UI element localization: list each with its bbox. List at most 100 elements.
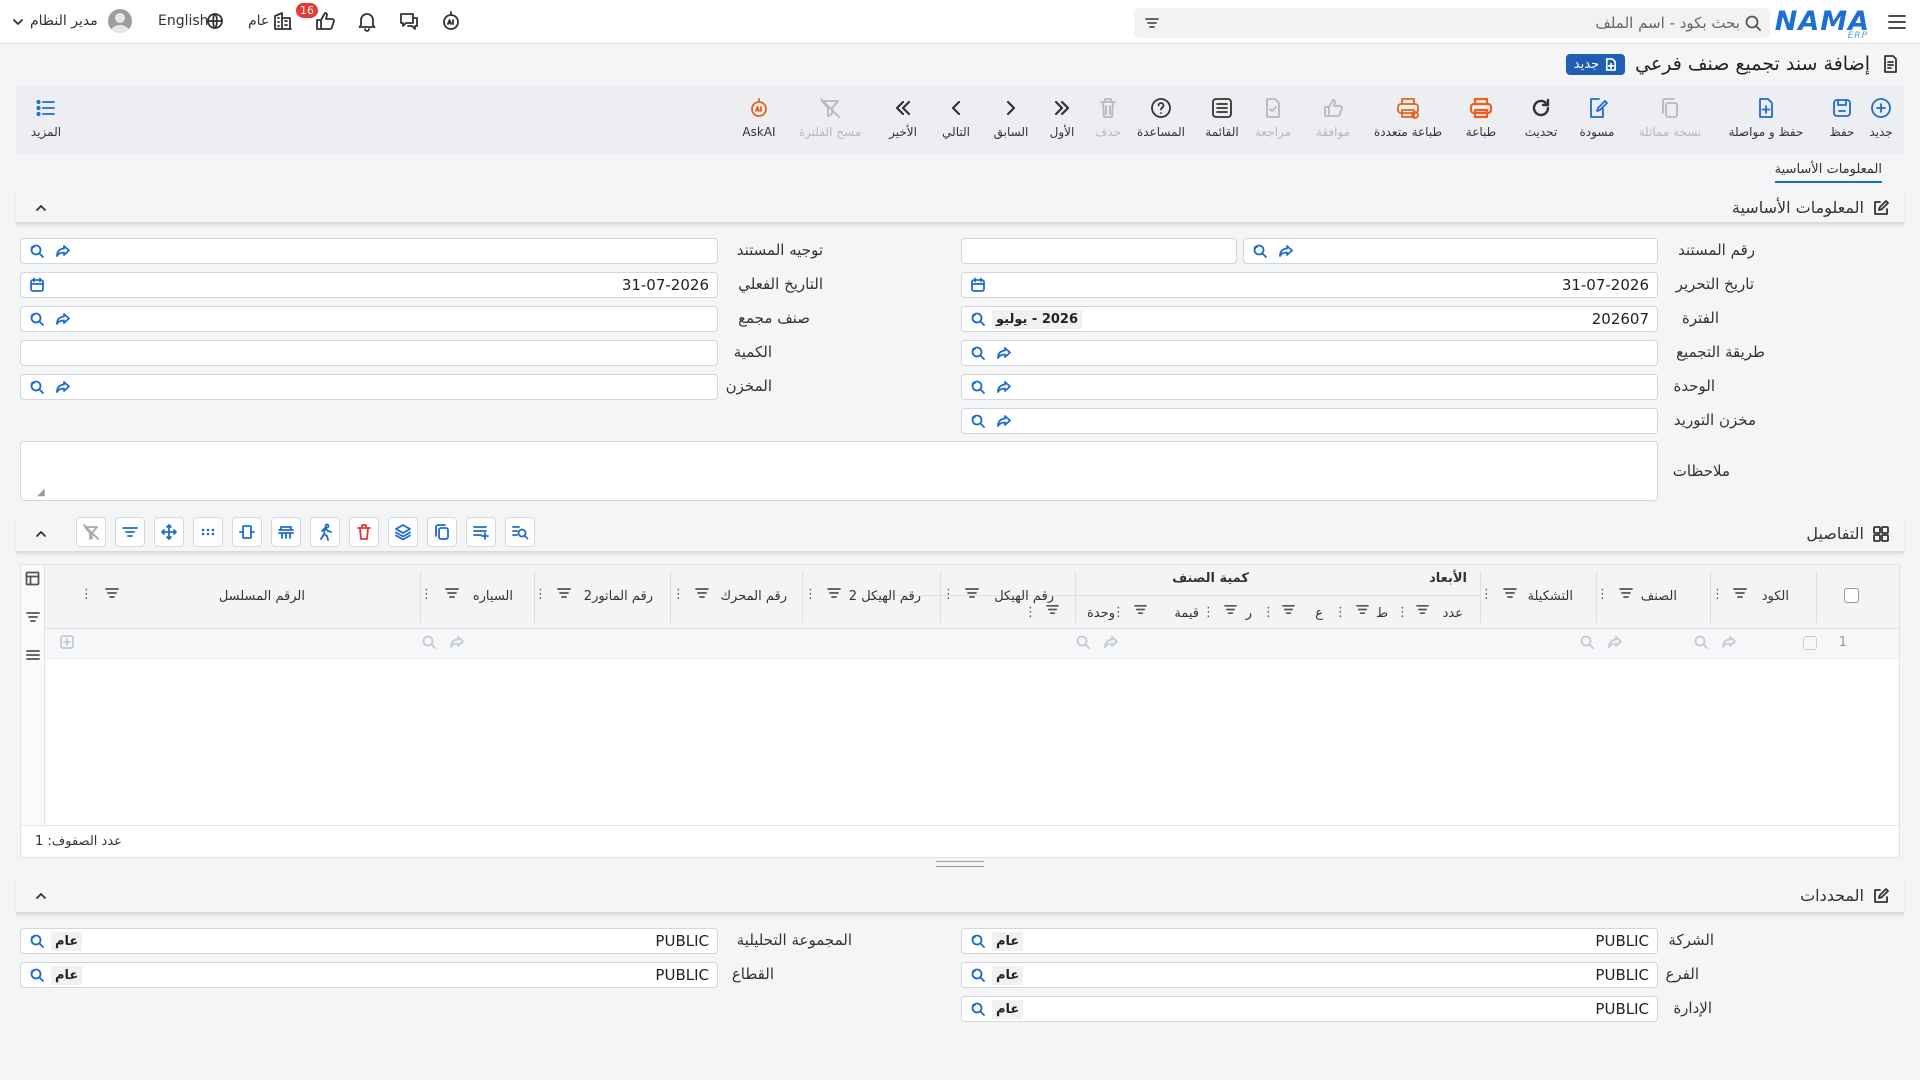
column-menu-icon[interactable]: ⋮ — [1334, 605, 1347, 620]
lookup-icon[interactable] — [970, 967, 986, 983]
filter-icon[interactable] — [1144, 15, 1160, 31]
col-serial[interactable]: الرقم المسلسل — [219, 589, 305, 604]
hamburger-menu-icon[interactable] — [1886, 11, 1908, 33]
row-checkbox[interactable] — [1803, 636, 1817, 650]
col-code[interactable]: الكود — [1762, 589, 1789, 604]
search-icon[interactable] — [1744, 14, 1762, 32]
col-chassis-2[interactable]: رقم الهيكل 2 — [849, 589, 921, 604]
ai-assistant-icon[interactable] — [440, 10, 462, 32]
run-button[interactable] — [310, 517, 340, 547]
col-length[interactable]: ط — [1376, 606, 1388, 621]
user-name[interactable]: مدير النظام — [30, 13, 98, 29]
columns-icon[interactable] — [25, 571, 40, 586]
more-button[interactable]: المزيد — [26, 86, 66, 154]
column-menu-icon[interactable]: ⋮ — [1711, 587, 1724, 602]
grid-clear-filter-button[interactable] — [76, 517, 106, 547]
lookup-icon[interactable] — [970, 311, 986, 327]
row-lookup-icon[interactable] — [1579, 634, 1595, 650]
resize-handle-icon[interactable]: ◢ — [37, 487, 45, 498]
row-lookup-icon[interactable] — [421, 634, 437, 650]
search-rows-button[interactable] — [505, 517, 535, 547]
scope-label[interactable]: عام — [248, 13, 269, 29]
collapse-chevron-icon[interactable] — [34, 889, 48, 903]
nama-logo[interactable]: NAMA ERP — [1775, 6, 1870, 41]
lookup-icon[interactable] — [1252, 243, 1268, 259]
analytic-group-field[interactable]: PUBLIC عام — [20, 928, 718, 954]
col-width[interactable]: ع — [1315, 606, 1323, 621]
column-filter-icon[interactable] — [557, 586, 571, 600]
column-filter-icon[interactable] — [965, 586, 979, 600]
doc-route-field[interactable] — [20, 238, 718, 264]
column-menu-icon[interactable]: ⋮ — [534, 587, 547, 602]
menu-lines-icon[interactable] — [26, 648, 40, 662]
calendar-icon[interactable] — [29, 277, 45, 293]
col-motor-2[interactable]: رقم الماتور2 — [584, 589, 653, 604]
column-menu-icon[interactable]: ⋮ — [1596, 587, 1609, 602]
period-field[interactable]: 202607 2026 - يوليو — [961, 306, 1658, 332]
multi-print-button[interactable]: طباعة متعددة — [1366, 86, 1450, 154]
insert-row-button[interactable] — [466, 517, 496, 547]
row-share-icon[interactable] — [1103, 634, 1119, 650]
collapse-chevron-icon[interactable] — [34, 201, 48, 215]
building-icon[interactable] — [272, 10, 294, 32]
column-filter-icon[interactable] — [1356, 603, 1369, 616]
warehouse-field[interactable] — [20, 374, 718, 400]
branch-field[interactable]: PUBLIC عام — [961, 962, 1658, 988]
row-lookup-icon[interactable] — [1075, 634, 1091, 650]
col-engine[interactable]: رقم المحرك — [720, 589, 787, 604]
col-item[interactable]: الصنف — [1641, 589, 1677, 604]
new-button[interactable]: جديد — [1860, 86, 1902, 154]
save-continue-button[interactable]: حفظ و مواصلة — [1716, 86, 1816, 154]
assembled-item-field[interactable] — [20, 306, 718, 332]
help-button[interactable]: المساعدة — [1128, 86, 1194, 154]
column-filter-icon[interactable] — [445, 586, 459, 600]
column-filter-icon[interactable] — [105, 586, 119, 600]
lookup-icon[interactable] — [29, 311, 45, 327]
column-filter-icon[interactable] — [1282, 603, 1295, 616]
askai-button[interactable]: AskAI — [736, 86, 782, 154]
column-filter-icon[interactable] — [1503, 586, 1517, 600]
grid-filter-button[interactable] — [115, 517, 145, 547]
search-input[interactable] — [1180, 8, 1740, 38]
column-filter-icon[interactable] — [1134, 603, 1147, 616]
col-count[interactable]: عدد — [1443, 606, 1463, 621]
share-icon[interactable] — [996, 379, 1012, 395]
department-field[interactable]: PUBLIC عام — [961, 996, 1658, 1022]
row-lookup-icon[interactable] — [1693, 634, 1709, 650]
share-icon[interactable] — [996, 413, 1012, 429]
supply-warehouse-field[interactable] — [961, 408, 1658, 434]
next-button[interactable]: التالي — [934, 86, 978, 154]
layers-button[interactable] — [388, 517, 418, 547]
row-share-icon[interactable] — [1721, 634, 1737, 650]
edit-date-field[interactable]: 31-07-2026 — [961, 272, 1658, 298]
select-all-checkbox[interactable] — [1844, 588, 1859, 603]
lookup-icon[interactable] — [970, 379, 986, 395]
column-filter-icon[interactable] — [827, 586, 841, 600]
dimensions-header[interactable]: المحددات — [16, 880, 1904, 914]
notes-textarea[interactable]: ◢ — [20, 441, 1658, 501]
row-share-icon[interactable] — [449, 634, 465, 650]
globe-icon[interactable] — [206, 12, 224, 30]
share-icon[interactable] — [1278, 243, 1294, 259]
column-menu-icon[interactable]: ⋮ — [804, 587, 817, 602]
col-config[interactable]: التشكيلة — [1528, 589, 1573, 604]
lookup-icon[interactable] — [970, 933, 986, 949]
refresh-button[interactable]: تحديث — [1516, 86, 1566, 154]
previous-button[interactable]: السابق — [986, 86, 1036, 154]
approve-button[interactable]: موافقة — [1306, 86, 1360, 154]
column-menu-icon[interactable]: ⋮ — [1202, 605, 1215, 620]
save-button[interactable]: حفظ — [1824, 86, 1860, 154]
filter-lines-icon[interactable] — [26, 610, 40, 624]
col-r[interactable]: ر — [1246, 606, 1252, 621]
delete-button[interactable]: حذف — [1090, 86, 1126, 154]
col-unit[interactable]: وحدة — [1087, 606, 1115, 621]
column-menu-icon[interactable]: ⋮ — [420, 587, 433, 602]
row-share-icon[interactable] — [1607, 634, 1623, 650]
move-button[interactable] — [154, 517, 184, 547]
print-button[interactable]: طباعة — [1456, 86, 1506, 154]
review-button[interactable]: مراجعة — [1246, 86, 1300, 154]
unit-field[interactable] — [961, 374, 1658, 400]
language-switch[interactable]: English — [158, 13, 209, 29]
lookup-icon[interactable] — [29, 967, 45, 983]
duplicate-row-button[interactable] — [427, 517, 457, 547]
